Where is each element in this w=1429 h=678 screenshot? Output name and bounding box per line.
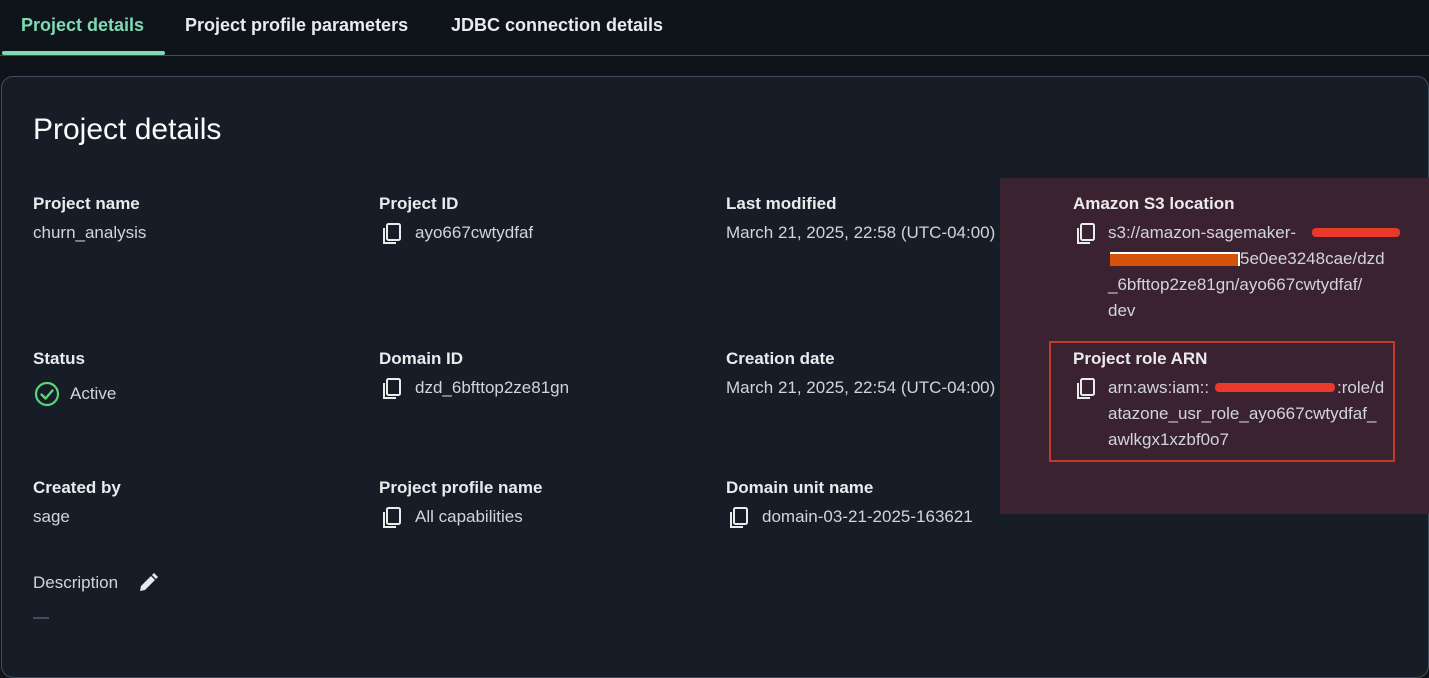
last-modified-value: March 21, 2025, 22:58 (UTC-04:00) <box>726 223 996 242</box>
tab-jdbc-connection-details[interactable]: JDBC connection details <box>451 0 663 53</box>
pencil-icon[interactable] <box>136 571 160 595</box>
description-empty-value: — <box>33 617 49 619</box>
domain-unit-value: domain-03-21-2025-163621 <box>762 507 973 526</box>
status-label: Status <box>33 349 85 368</box>
profile-name-value: All capabilities <box>415 507 523 526</box>
created-by-value: sage <box>33 507 70 526</box>
domain-id-value: dzd_6bfttop2ze81gn <box>415 378 570 397</box>
role-arn-label: Project role ARN <box>1073 349 1208 368</box>
redaction-mark <box>1215 383 1335 392</box>
check-circle-icon <box>34 381 60 407</box>
role-arn-line-3: atazone_usr_role_ayo667cwtydfaf_ <box>1108 404 1377 423</box>
role-arn-line-4: awlkgx1xzbf0o7 <box>1108 430 1229 449</box>
domain-id-label: Domain ID <box>379 349 464 368</box>
redaction-mark <box>1312 228 1400 237</box>
project-name-label: Project name <box>33 194 140 213</box>
copy-icon[interactable] <box>381 506 403 530</box>
project-id-label: Project ID <box>379 194 459 213</box>
project-id-value: ayo667cwtydfaf <box>415 223 534 242</box>
creation-date-value: March 21, 2025, 22:54 (UTC-04:00) <box>726 378 996 397</box>
last-modified-label: Last modified <box>726 194 837 213</box>
copy-icon[interactable] <box>381 222 403 246</box>
description-label: Description <box>33 573 119 592</box>
copy-icon[interactable] <box>1075 222 1097 246</box>
redaction-mark <box>1110 254 1238 266</box>
copy-icon[interactable] <box>381 377 403 401</box>
copy-icon[interactable] <box>728 506 750 530</box>
tab-project-profile-parameters[interactable]: Project profile parameters <box>185 0 408 53</box>
creation-date-label: Creation date <box>726 349 835 368</box>
tab-project-details[interactable]: Project details <box>21 0 144 53</box>
role-arn-line-2: :role/d <box>1337 378 1385 397</box>
s3-location-line-4: dev <box>1108 301 1136 320</box>
project-name-value: churn_analysis <box>33 223 147 242</box>
tab-bar: Project details Project profile paramete… <box>0 0 1429 56</box>
status-value: Active <box>70 384 117 403</box>
s3-location-label: Amazon S3 location <box>1073 194 1235 213</box>
s3-location-line-2: 5e0ee3248cae/dzd <box>1240 249 1385 268</box>
page-title: Project details <box>33 113 222 146</box>
role-arn-line-1: arn:aws:iam:: <box>1108 378 1210 397</box>
created-by-label: Created by <box>33 478 121 497</box>
active-tab-indicator <box>2 51 165 55</box>
s3-location-line-3: _6bfttop2ze81gn/ayo667cwtydfaf/ <box>1108 275 1363 294</box>
profile-name-label: Project profile name <box>379 478 543 497</box>
s3-location-line-1: s3://amazon-sagemaker- <box>1108 223 1297 242</box>
copy-icon[interactable] <box>1075 377 1097 401</box>
domain-unit-label: Domain unit name <box>726 478 874 497</box>
